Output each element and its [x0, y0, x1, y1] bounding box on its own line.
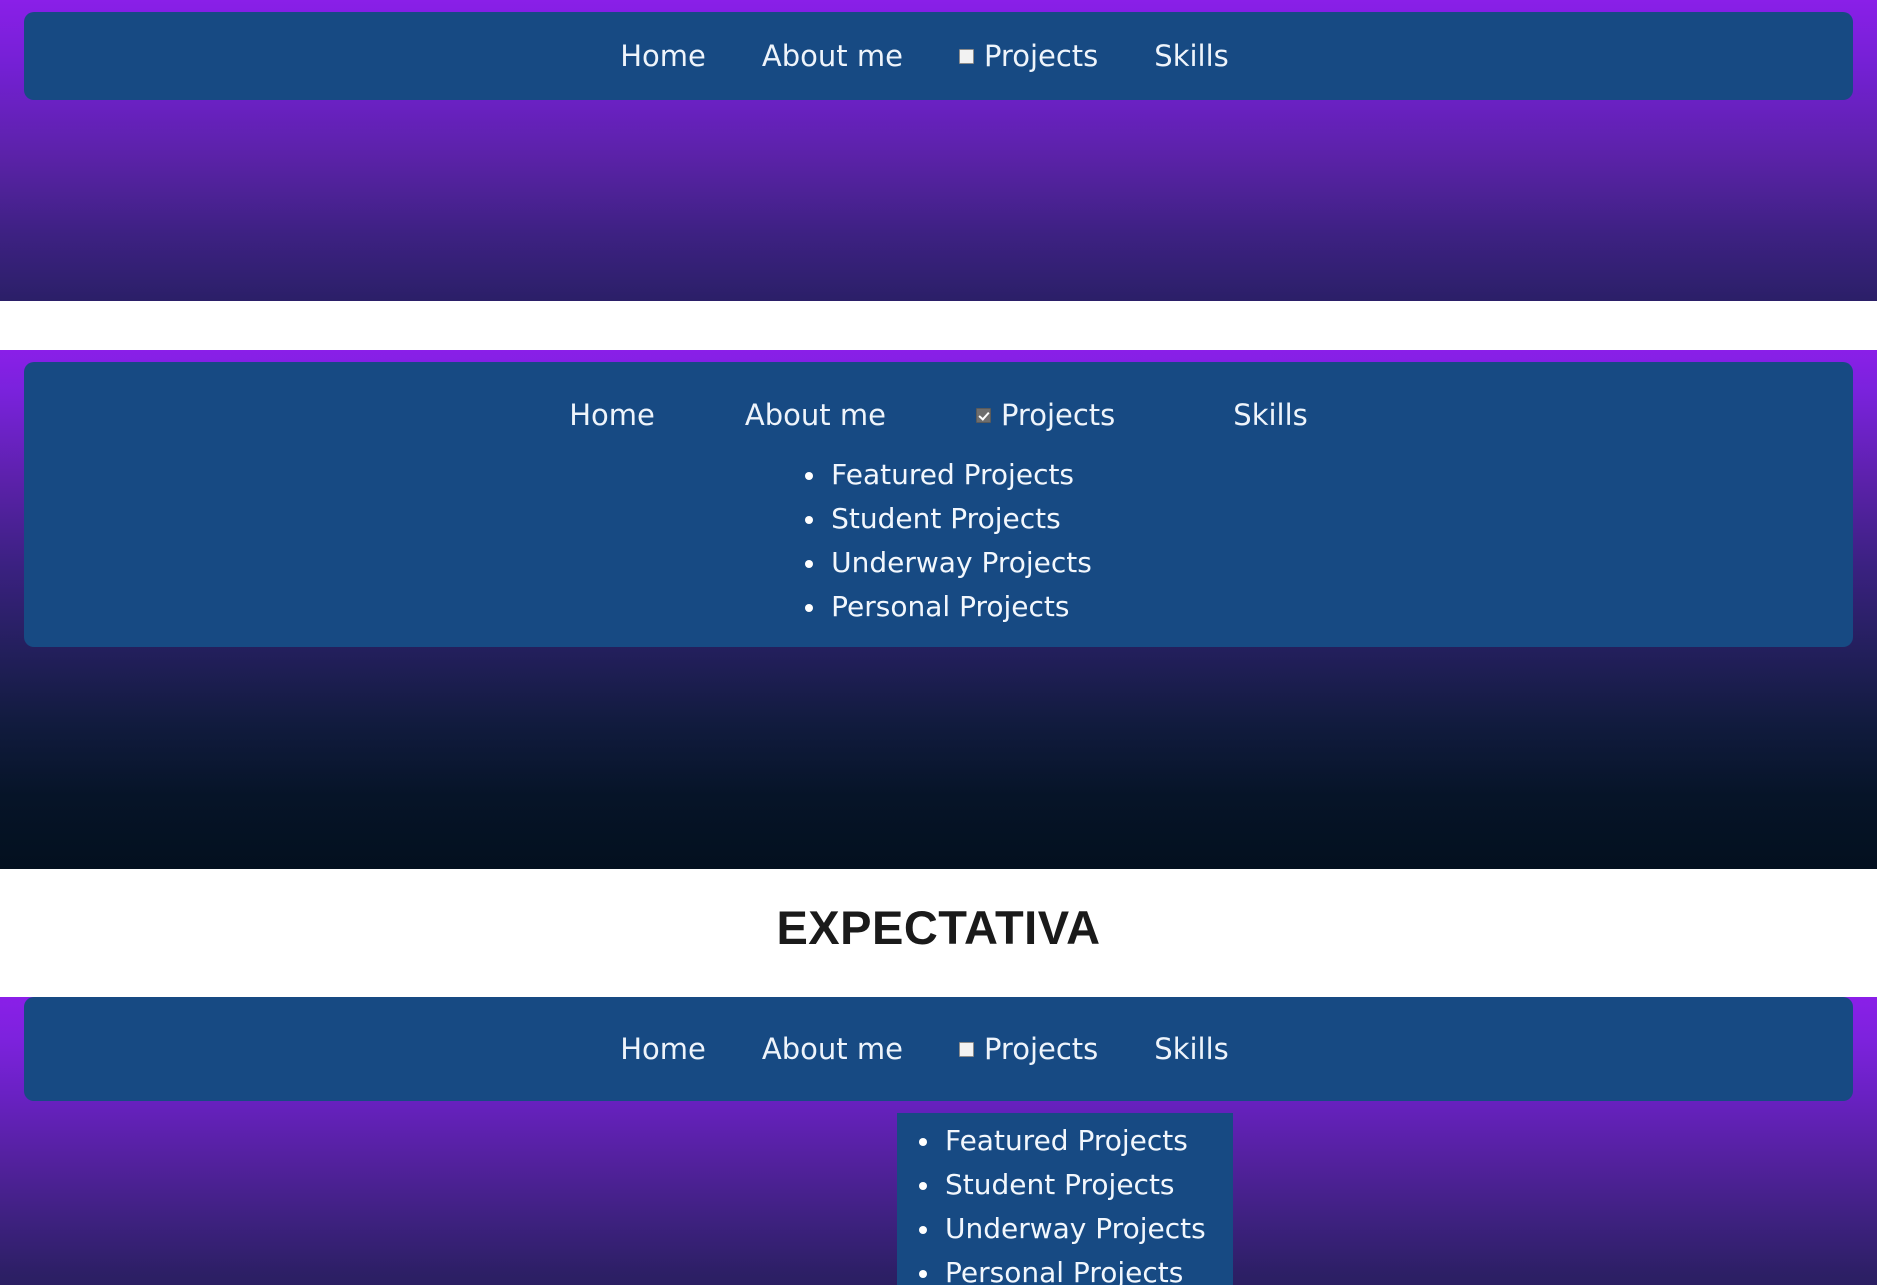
nav-links-collapsed: Home About me Projects Skills — [620, 38, 1257, 73]
submenu-item-label: Featured Projects — [831, 458, 1075, 491]
projects-checkbox-icon[interactable] — [958, 48, 974, 64]
submenu-item-underway-projects[interactable]: Underway Projects — [801, 549, 1092, 577]
submenu-item-student-projects[interactable]: Student Projects — [897, 1171, 1233, 1199]
nav-item-skills[interactable]: Skills — [1233, 401, 1307, 430]
submenu-item-featured-projects[interactable]: Featured Projects — [801, 461, 1092, 489]
submenu-item-label: Underway Projects — [831, 546, 1092, 579]
page-title: EXPECTATIVA — [776, 900, 1101, 954]
nav-links-floating: Home About me Projects Skills — [620, 1031, 1257, 1066]
nav-item-label: About me — [744, 398, 886, 432]
projects-checkbox-icon[interactable] — [958, 1041, 974, 1057]
submenu-item-featured-projects[interactable]: Featured Projects — [897, 1127, 1233, 1155]
submenu-item-personal-projects[interactable]: Personal Projects — [897, 1259, 1233, 1285]
section-expanded-inline-nav: Home About me Projects Skills Featured P… — [0, 350, 1877, 869]
submenu-item-label: Student Projects — [831, 502, 1061, 535]
nav-item-about-me[interactable]: About me — [761, 38, 903, 73]
nav-item-projects[interactable]: Projects — [958, 38, 1099, 73]
nav-item-label: Projects — [983, 1031, 1099, 1066]
nav-item-label: Skills — [1154, 38, 1229, 73]
submenu-item-student-projects[interactable]: Student Projects — [801, 505, 1092, 533]
nav-item-label: Home — [569, 398, 655, 432]
submenu-item-label: Personal Projects — [831, 590, 1070, 623]
nav-item-about-me[interactable]: About me — [761, 1031, 903, 1066]
nav-item-about-me[interactable]: About me — [745, 401, 886, 430]
heading-band: EXPECTATIVA — [0, 869, 1877, 985]
section-collapsed-nav: Home About me Projects Skills — [0, 0, 1877, 301]
nav-item-label: Home — [620, 1031, 706, 1066]
nav-item-label: About me — [761, 1031, 903, 1066]
section-floating-dropdown-nav: Home About me Projects Skills Featured P… — [0, 997, 1877, 1285]
submenu-item-label: Underway Projects — [945, 1212, 1206, 1245]
nav-item-label: Projects — [983, 38, 1099, 73]
projects-checkbox-icon[interactable] — [975, 408, 991, 423]
nav-item-label: Skills — [1233, 398, 1308, 432]
projects-submenu-inline: Featured Projects Student Projects Under… — [801, 461, 1092, 637]
nav-item-label: Skills — [1154, 1031, 1229, 1066]
nav-links-expanded: Home About me Projects Skills — [569, 401, 1308, 430]
submenu-item-label: Personal Projects — [945, 1256, 1184, 1285]
navbar-floating-dropdown: Home About me Projects Skills — [24, 997, 1853, 1101]
navbar-expanded-inline: Home About me Projects Skills Featured P… — [24, 362, 1853, 647]
nav-item-home[interactable]: Home — [620, 1031, 706, 1066]
nav-item-home[interactable]: Home — [569, 401, 655, 430]
nav-item-skills[interactable]: Skills — [1154, 38, 1229, 73]
nav-item-skills[interactable]: Skills — [1154, 1031, 1229, 1066]
nav-item-projects[interactable]: Projects — [975, 398, 1116, 432]
nav-item-label: About me — [761, 38, 903, 73]
submenu-item-underway-projects[interactable]: Underway Projects — [897, 1215, 1233, 1243]
submenu-item-label: Student Projects — [945, 1168, 1175, 1201]
nav-item-label: Projects — [1000, 398, 1116, 432]
section-three-wrapper: Home About me Projects Skills Featured P… — [0, 997, 1877, 1285]
nav-item-projects[interactable]: Projects — [958, 1031, 1099, 1066]
nav-item-label: Home — [620, 38, 706, 73]
submenu-item-personal-projects[interactable]: Personal Projects — [801, 593, 1092, 621]
navbar-collapsed: Home About me Projects Skills — [24, 12, 1853, 100]
projects-submenu-dropdown: Featured Projects Student Projects Under… — [897, 1113, 1233, 1285]
submenu-item-label: Featured Projects — [945, 1124, 1188, 1157]
nav-item-home[interactable]: Home — [620, 38, 706, 73]
